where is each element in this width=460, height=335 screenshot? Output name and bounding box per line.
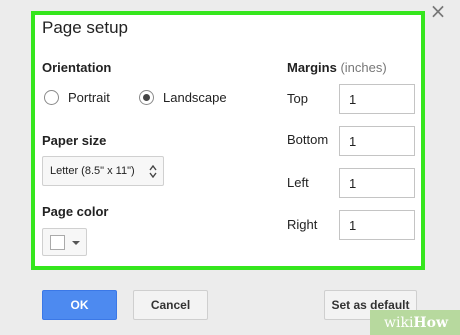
margins-label: Margins [287,60,337,75]
landscape-label: Landscape [163,90,227,105]
landscape-option[interactable]: Landscape [139,90,227,105]
margin-right-input[interactable] [339,210,415,240]
cancel-button[interactable]: Cancel [133,290,208,320]
landscape-radio[interactable] [139,90,154,105]
watermark-wiki: wiki [384,314,414,331]
margins-heading: Margins (inches) [287,60,387,75]
close-icon[interactable]: × [428,1,448,21]
margin-top-label: Top [287,91,308,106]
ok-button[interactable]: OK [42,290,117,320]
page-color-label: Page color [42,204,109,219]
portrait-radio[interactable] [44,90,59,105]
wikihow-watermark: wiki How [370,310,460,335]
page-setup-dialog: × Page setup Orientation Portrait Landsc… [0,0,460,335]
chevron-down-icon [72,241,80,245]
margins-unit: (inches) [340,60,387,75]
paper-size-select[interactable]: Letter (8.5" x 11") [42,156,164,186]
orientation-label: Orientation [42,60,112,75]
margin-right-label: Right [287,217,318,232]
margin-bottom-input[interactable] [339,126,415,156]
select-arrows-icon [149,165,157,178]
page-color-picker[interactable] [42,228,87,256]
portrait-label: Portrait [68,90,110,105]
margin-left-label: Left [287,175,309,190]
margin-left-input[interactable] [339,168,415,198]
paper-size-value: Letter (8.5" x 11") [50,165,135,177]
dialog-title: Page setup [42,18,129,37]
margin-top-input[interactable] [339,84,415,114]
paper-size-label: Paper size [42,133,107,148]
color-swatch [50,235,65,250]
portrait-option[interactable]: Portrait [44,90,110,105]
margin-bottom-label: Bottom [287,132,329,147]
watermark-how: How [413,314,449,331]
